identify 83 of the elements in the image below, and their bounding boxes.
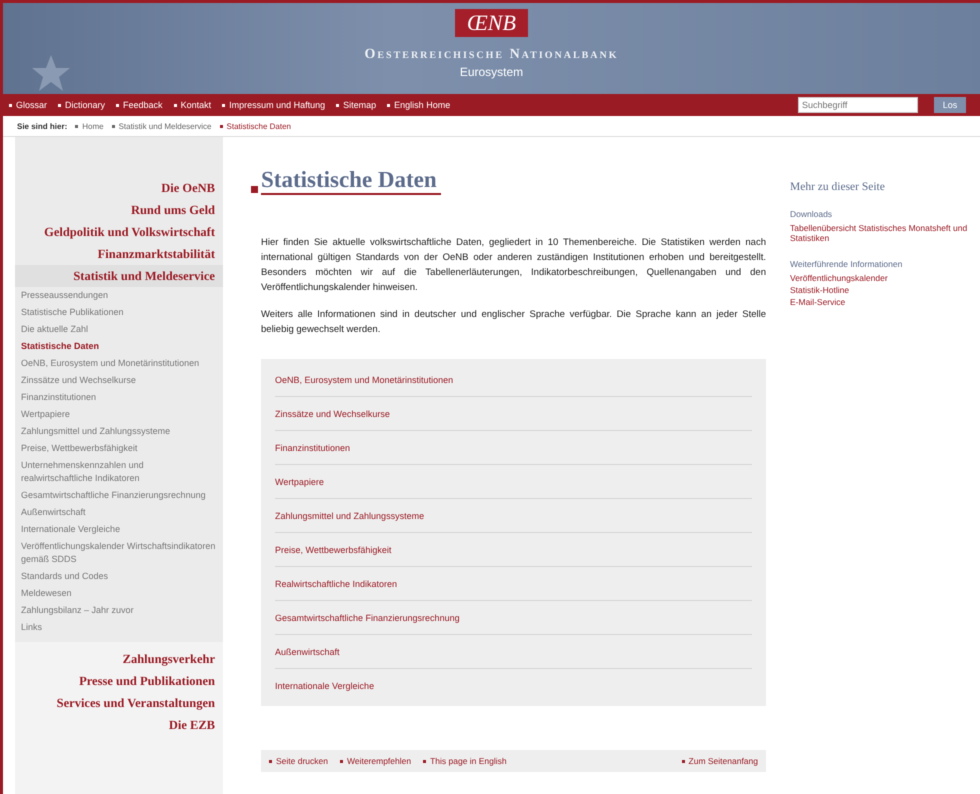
nav-link[interactable]: Kontakt: [174, 100, 212, 110]
sidebar-item[interactable]: Finanzinstitutionen: [15, 389, 223, 406]
topic-link[interactable]: Zinssätze und Wechselkurse: [275, 397, 752, 431]
bullet-icon: [58, 104, 62, 106]
bullet-icon: [112, 124, 115, 128]
sidebar-item[interactable]: Links: [15, 619, 223, 636]
bullet-icon: [269, 760, 272, 762]
sidebar-item[interactable]: Gesamtwirtschaftliche Finanzierungsrechnung: [15, 487, 223, 504]
title-marker-icon: [251, 186, 258, 193]
topic-link[interactable]: Finanzinstitutionen: [275, 431, 752, 465]
sidebar-section-link[interactable]: Rund ums Geld: [15, 199, 223, 221]
bullet-icon: [387, 104, 390, 106]
topic-link[interactable]: Internationale Vergleiche: [275, 669, 752, 702]
aside-group-label: Downloads: [790, 209, 834, 219]
back-to-top-link[interactable]: Zum Seitenanfang: [682, 756, 758, 766]
sidebar-section-link[interactable]: Services und Veranstaltungen: [15, 692, 223, 714]
sidebar-section-link[interactable]: Zahlungsverkehr: [15, 648, 223, 670]
aside-group-label: Weiterführende Informationen: [790, 259, 904, 269]
sidebar-item[interactable]: Statistische Daten: [15, 338, 223, 355]
topic-link[interactable]: Wertpapiere: [275, 465, 752, 499]
topic-link[interactable]: Außenwirtschaft: [275, 635, 752, 669]
nav-link[interactable]: Feedback: [116, 100, 163, 110]
sidebar-item[interactable]: Internationale Vergleiche: [15, 521, 223, 538]
sidebar-item[interactable]: Statistische Publikationen: [15, 304, 223, 321]
footer-link[interactable]: Weiterempfehlen: [340, 756, 412, 766]
bullet-icon: [336, 104, 340, 106]
nav-link[interactable]: Glossar: [9, 100, 48, 110]
bullet-icon: [75, 124, 78, 128]
topic-link[interactable]: Preise, Wettbewerbsfähigkeit: [275, 533, 752, 567]
sidebar-section-link[interactable]: Die EZB: [15, 714, 223, 736]
sidebar-item[interactable]: Preise, Wettbewerbsfähigkeit: [15, 440, 223, 457]
footer-link[interactable]: This page in English: [423, 756, 507, 766]
sidebar-section-link[interactable]: Die OeNB: [15, 177, 223, 199]
sidebar-item[interactable]: Standards und Codes: [15, 568, 223, 585]
bullet-icon: [116, 104, 120, 106]
sidebar-section-link[interactable]: Geldpolitik und Volkswirtschaft: [15, 221, 223, 243]
sidebar-item[interactable]: Zinssätze und Wechselkurse: [15, 372, 223, 389]
aside-link[interactable]: Tabellenübersicht Statistisches Monatsheft und Statistiken: [790, 223, 975, 243]
sidebar-item[interactable]: Zahlungsbilanz – Jahr zuvor: [15, 602, 223, 619]
bullet-icon: [222, 104, 226, 106]
nav-link[interactable]: Dictionary: [58, 100, 106, 110]
bullet-icon: [423, 760, 426, 762]
sidebar-item[interactable]: Die aktuelle Zahl: [15, 321, 223, 338]
sidebar-item[interactable]: Zahlungsmittel und Zahlungssysteme: [15, 423, 223, 440]
logo[interactable]: ŒNB: [455, 9, 528, 37]
breadcrumb-link[interactable]: Statistische Daten: [220, 122, 291, 130]
sidebar-item[interactable]: OeNB, Eurosystem und Monetärinstitutionen: [15, 355, 223, 372]
bullet-icon: [174, 104, 177, 106]
intro-paragraph: Hier finden Sie aktuelle volkswirtschaftliche Daten, gegliedert in 10 Themenbereiche. Die Statistiken werden nach international gültigen Standards von der OeNB oder anderen zuständigen Institutionen erhoben und bereitgestellt. Besonders möchten wir auf die Tabellenerläuterungen, Indikatorbeschreibungen, Quellenangaben und den Veröffentlichungskalender hinweisen.: [261, 236, 766, 295]
bullet-icon: [682, 760, 685, 762]
sidebar-item[interactable]: Wertpapiere: [15, 406, 223, 423]
aside-link[interactable]: Statistik-Hotline: [790, 285, 975, 295]
aside-title: Mehr zu dieser Seite: [790, 181, 886, 193]
topic-link[interactable]: Realwirtschaftliche Indikatoren: [275, 567, 752, 601]
star-icon: [31, 53, 71, 93]
sidebar-item[interactable]: Unternehmenskennzahlen und realwirtschaftliche Indikatoren: [15, 457, 223, 487]
bullet-icon: [9, 104, 12, 106]
sidebar-item[interactable]: Meldewesen: [15, 585, 223, 602]
intro-paragraph: Weiters alle Informationen sind in deutscher und englischer Sprache verfügbar. Die Sprache kann an jeder Stelle beliebig gewechselt werden.: [261, 308, 766, 337]
aside-link[interactable]: Veröffentlichungskalender: [790, 273, 975, 283]
topic-link[interactable]: Zahlungsmittel und Zahlungssysteme: [275, 499, 752, 533]
sidebar-item[interactable]: Presseaussendungen: [15, 287, 223, 304]
bank-name: Oesterreichische Nationalbank: [364, 47, 619, 63]
sidebar-section-link[interactable]: Finanzmarktstabilität: [15, 243, 223, 265]
sidebar-item[interactable]: Veröffentlichungskalender Wirtschaftsindikatoren gemäß SDDS: [15, 538, 223, 568]
bullet-icon: [340, 760, 343, 762]
banner-subtitle: Eurosystem: [460, 65, 524, 79]
sidebar-section-link[interactable]: Presse und Publikationen: [15, 670, 223, 692]
page-title: Statistische Daten: [261, 167, 441, 195]
footer-link[interactable]: Seite drucken: [269, 756, 328, 766]
topic-link[interactable]: OeNB, Eurosystem und Monetärinstitutionen: [275, 363, 752, 397]
bullet-icon: [220, 124, 223, 128]
search-field[interactable]: Suchbegriff: [798, 97, 918, 113]
aside-link[interactable]: E-Mail-Service: [790, 297, 975, 307]
topic-link[interactable]: Gesamtwirtschaftliche Finanzierungsrechnung: [275, 601, 752, 635]
breadcrumb-link[interactable]: Statistik und Meldeservice: [112, 122, 212, 130]
breadcrumb-label: Sie sind hier:: [17, 122, 68, 130]
breadcrumb-link[interactable]: Home: [75, 122, 104, 130]
nav-link[interactable]: Impressum und Haftung: [222, 100, 326, 110]
nav-link[interactable]: English Home: [387, 100, 450, 110]
sidebar-section-link[interactable]: Statistik und Meldeservice: [15, 265, 223, 287]
nav-link[interactable]: Sitemap: [336, 100, 376, 110]
sidebar-item[interactable]: Außenwirtschaft: [15, 504, 223, 521]
